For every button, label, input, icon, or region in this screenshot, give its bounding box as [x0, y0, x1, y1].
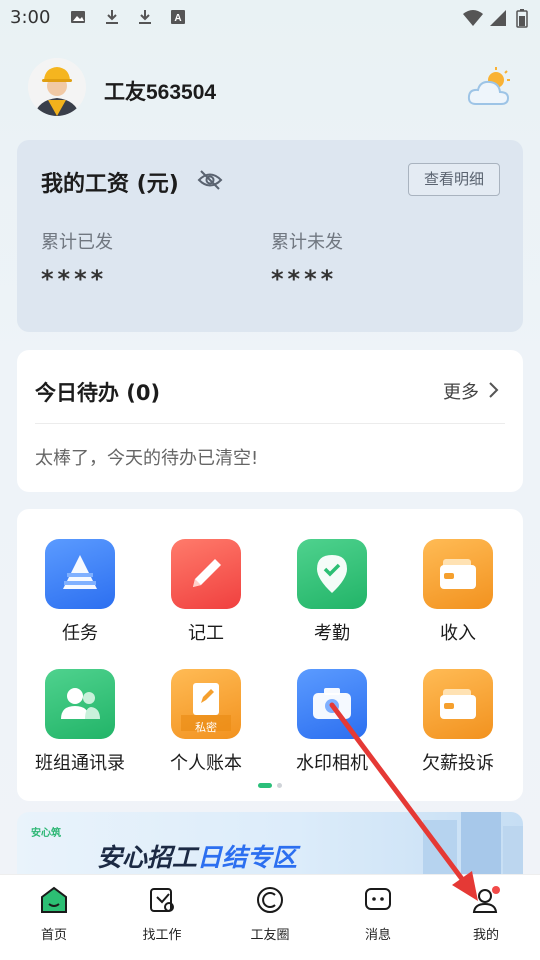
nav-home[interactable]: 首页: [0, 875, 108, 960]
unpaid-value: ****: [271, 265, 338, 293]
view-details-button[interactable]: 查看明细: [408, 163, 500, 196]
grid-item-watermark-camera[interactable]: 水印相机: [269, 669, 395, 791]
function-grid: 任务 记工 考勤 收入 班组通讯录 私密 个人账本 水印相机 欠薪投诉: [17, 509, 523, 801]
nav-label: 消息: [364, 928, 391, 943]
banner-title: 安心招工日结专区: [97, 838, 297, 874]
nav-label: 我的: [472, 928, 499, 943]
banner-title-accent: 日结专区: [197, 843, 298, 872]
status-bar: 3:00 A: [0, 0, 540, 36]
grid-label: 班组通讯录: [35, 753, 125, 774]
task-icon: [45, 539, 115, 609]
status-time: 3:00: [10, 7, 51, 28]
wallet-icon: [423, 539, 493, 609]
paid-value: ****: [41, 265, 108, 293]
location-check-icon: [297, 539, 367, 609]
nav-profile[interactable]: 我的: [432, 875, 540, 960]
image-icon: [71, 11, 85, 23]
paid-label: 累计已发: [41, 232, 113, 253]
grid-label: 任务: [62, 623, 98, 644]
username: 工友563504: [104, 81, 217, 104]
ledger-icon: 私密: [171, 669, 241, 739]
nav-label: 工友圈: [250, 928, 290, 943]
message-icon: [365, 888, 391, 910]
pencil-icon: [171, 539, 241, 609]
download-icon: [139, 10, 151, 24]
todo-title: 今日待办 (0): [35, 381, 161, 405]
building-illustration-icon: [423, 812, 523, 874]
grid-item-personal-ledger[interactable]: 私密 个人账本: [143, 669, 269, 791]
svg-text:A: A: [174, 13, 181, 24]
cloud-sun-icon[interactable]: [466, 66, 512, 110]
grid-label: 记工: [188, 623, 224, 644]
chevron-right-icon[interactable]: [487, 380, 501, 400]
nav-label: 首页: [40, 928, 67, 943]
circle-icon: [257, 887, 283, 913]
page-indicator-active: [258, 783, 272, 788]
grid-label: 收入: [440, 623, 476, 644]
eye-hidden-icon[interactable]: [197, 168, 223, 192]
find-job-icon: [150, 888, 174, 912]
nav-find-job[interactable]: 找工作: [108, 875, 216, 960]
grid-label: 考勤: [314, 623, 350, 644]
grid-label: 欠薪投诉: [422, 753, 494, 774]
home-icon: [41, 886, 67, 913]
salary-card: 我的工资 (元) 查看明细 累计已发 累计未发 **** ****: [17, 140, 523, 332]
nav-worker-circle[interactable]: 工友圈: [216, 875, 324, 960]
todo-more-link[interactable]: 更多: [443, 378, 479, 404]
todo-empty-text: 太棒了，今天的待办已清空!: [35, 448, 259, 469]
battery-icon: [516, 9, 528, 28]
todo-card: 今日待办 (0) 更多 太棒了，今天的待办已清空!: [17, 350, 523, 492]
wallet-icon: [423, 669, 493, 739]
grid-item-attendance[interactable]: 考勤: [269, 539, 395, 661]
download-icon: [106, 10, 118, 24]
grid-item-wage-complaint[interactable]: 欠薪投诉: [395, 669, 521, 791]
profile-icon: [472, 886, 500, 913]
banner-title-main: 安心招工: [97, 843, 198, 872]
avatar[interactable]: [28, 58, 86, 116]
salary-title: 我的工资 (元): [41, 172, 179, 197]
font-a-icon: A: [171, 10, 185, 24]
grid-item-task[interactable]: 任务: [17, 539, 143, 661]
grid-item-team-contacts[interactable]: 班组通讯录: [17, 669, 143, 791]
divider: [35, 423, 505, 424]
grid-item-record-work[interactable]: 记工: [143, 539, 269, 661]
page-indicator-inactive: [277, 783, 282, 788]
private-badge: 私密: [195, 721, 217, 734]
grid-label: 个人账本: [170, 753, 242, 774]
signal-icon: [490, 10, 506, 26]
bottom-nav: 首页 找工作 工友圈 消息 我的: [0, 874, 540, 960]
camera-icon: [297, 669, 367, 739]
grid-label: 水印相机: [296, 753, 368, 774]
nav-messages[interactable]: 消息: [324, 875, 432, 960]
nav-label: 找工作: [142, 928, 182, 943]
promo-banner[interactable]: 安心筑 安心招工日结专区: [17, 812, 523, 874]
worker-avatar-icon: [28, 58, 86, 116]
contacts-icon: [45, 669, 115, 739]
wifi-icon: [463, 10, 483, 26]
unpaid-label: 累计未发: [271, 232, 343, 253]
banner-logo: 安心筑: [31, 828, 61, 839]
grid-item-income[interactable]: 收入: [395, 539, 521, 661]
